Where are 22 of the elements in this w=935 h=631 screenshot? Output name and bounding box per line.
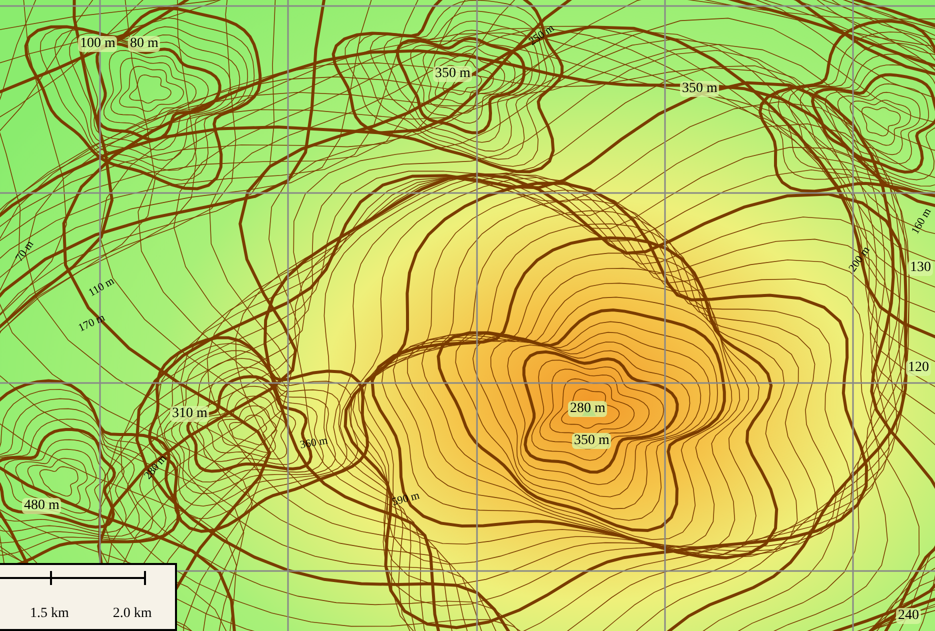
spot-height-label: 80 m xyxy=(128,36,160,52)
spot-height-label: 310 m xyxy=(170,406,210,422)
contour-label: 160 m xyxy=(910,206,934,236)
contour-label: 110 m xyxy=(87,276,116,300)
contour-label: 250 m xyxy=(527,23,556,48)
contour-label: 590 m xyxy=(391,490,421,508)
spot-height-label: 350 m xyxy=(680,81,720,97)
spot-height-label: 350 m xyxy=(572,433,612,449)
contour-label: 360 m xyxy=(299,436,329,452)
spot-height-label: 240 xyxy=(896,608,921,624)
spot-height-label: 100 m xyxy=(78,36,118,52)
scale-label: 1.5 km xyxy=(30,607,69,621)
spot-height-label: 280 m xyxy=(568,401,608,417)
spot-height-label: 350 m xyxy=(433,66,472,82)
contour-label: 280 m xyxy=(142,453,170,482)
scale-label: 2.0 km xyxy=(112,607,152,621)
contour-label: 70 m xyxy=(14,239,36,264)
contour-label: 170 m xyxy=(76,312,107,334)
contour-label: 200 m xyxy=(847,244,872,274)
spot-height-label: 130 xyxy=(908,260,933,276)
spot-height-label: 120 xyxy=(906,360,931,376)
spot-height-label: 480 m xyxy=(22,498,62,514)
